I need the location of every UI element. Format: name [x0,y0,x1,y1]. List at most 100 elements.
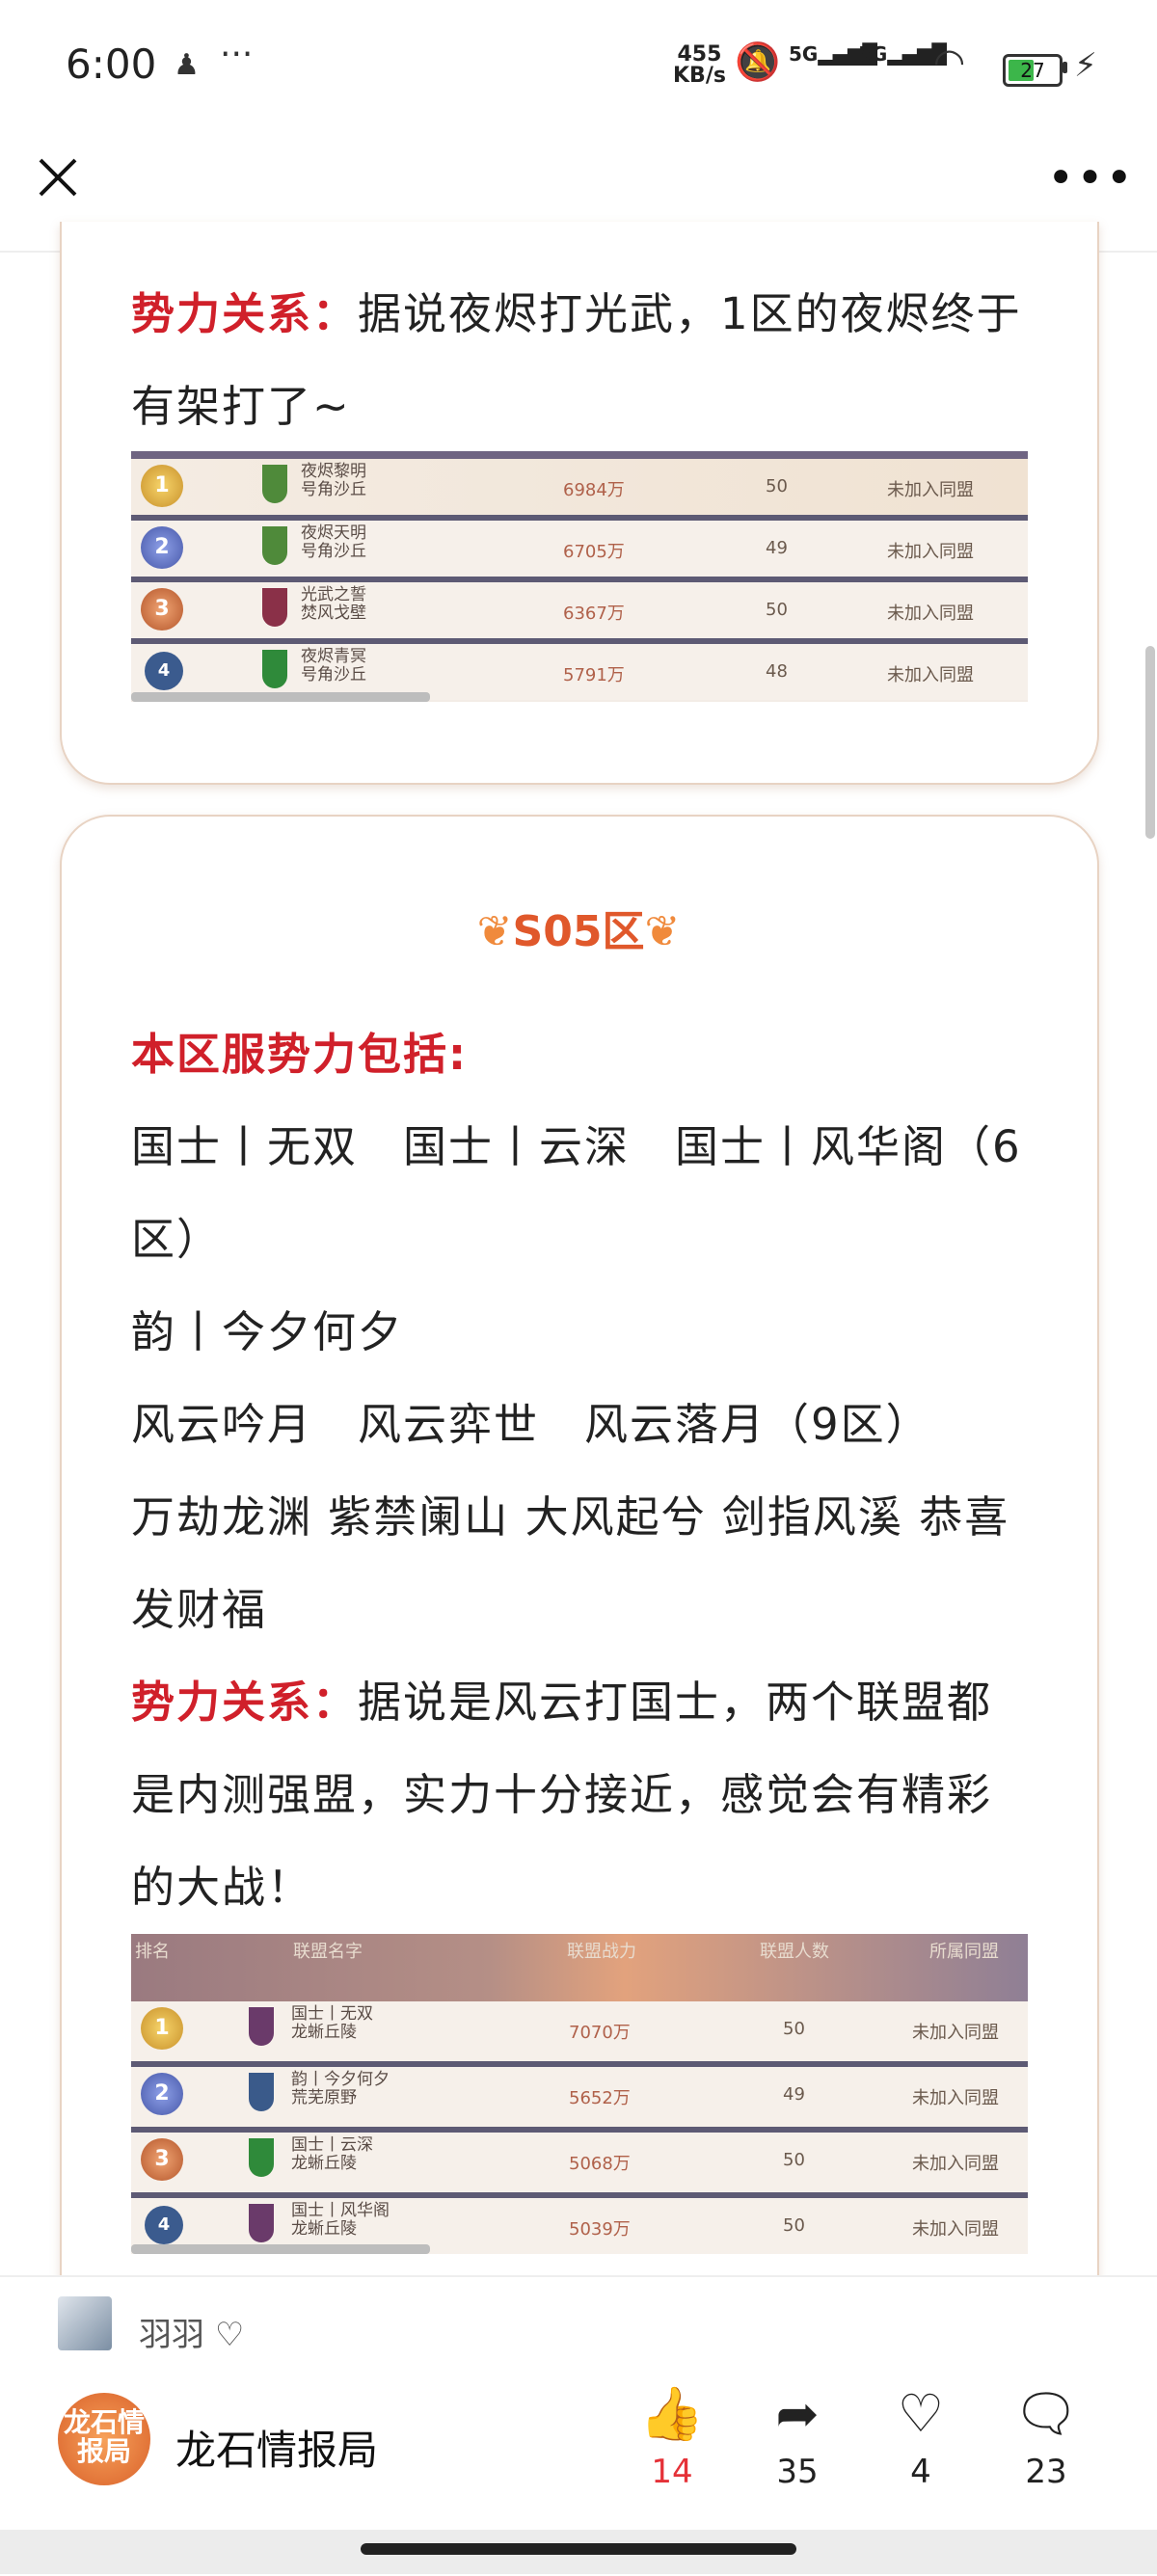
paw-left-icon: ❦ [476,907,513,956]
alliance-name: 夜烬黎明 [301,462,366,481]
table-scrollbar[interactable] [131,2244,430,2254]
alliance-power: 6984万 [563,480,625,500]
share-button[interactable]: ➦ 35 [754,2383,841,2492]
alliance-name: 夜烬青冥 [301,647,366,666]
alliance-banner-icon [249,2007,274,2046]
net-speed-value: 455 [677,42,722,67]
header-members: 联盟人数 [760,1942,829,1962]
header-name: 联盟名字 [293,1942,363,1962]
alliance-region: 焚风戈壁 [301,604,366,623]
alliance-banner-icon [262,526,287,565]
liker-avatar[interactable] [58,2296,112,2350]
zone-title: ❦S05区❦ [0,897,1157,958]
alliance-region: 龙蜥丘陵 [291,2154,357,2173]
liker-row[interactable]: 羽羽 ♡ [139,2308,244,2355]
like-count: 14 [651,2453,693,2491]
rank-medal: 2 [141,2073,183,2115]
relation-label: 势力关系： [131,288,359,339]
alliance-status: 未加入同盟 [912,2219,999,2240]
alliance-banner-icon [262,465,287,503]
app-notification-icon: ♟ [174,48,200,82]
header-alliance: 所属同盟 [929,1942,999,1962]
thumbs-up-icon: 👍 [639,2383,705,2444]
alliance-region: 荒芜原野 [291,2088,357,2107]
rank-medal: 4 [145,652,183,690]
battery-level: 27 [1020,59,1045,82]
table-row: 2 韵丨今夕何夕 荒芜原野 5652万 49 未加入同盟 [131,2061,1028,2127]
home-indicator[interactable] [361,2543,796,2555]
favorite-count: 4 [910,2453,931,2491]
table-row: 4 夜烬青冥 号角沙丘 5791万 48 未加入同盟 [131,638,1028,700]
like-button[interactable]: 👍 14 [629,2383,715,2492]
table-row: 1 国士丨无双 龙蜥丘陵 7070万 50 未加入同盟 [131,2001,1028,2061]
alliance-power: 6367万 [563,604,625,624]
alliance-banner-icon [262,650,287,688]
close-icon[interactable] [35,154,81,201]
alliance-name: 国士丨无双 [291,2004,373,2024]
battery-icon: 27 [1003,54,1063,87]
alliance-members: 49 [783,2084,805,2105]
header-power: 联盟战力 [567,1942,636,1962]
relation-paragraph-2: 势力关系：据说是风云打国士，两个联盟都是内测强盟，实力十分接近，感觉会有精彩的大… [131,1656,1028,1934]
alliance-banner-icon [262,588,287,627]
alliance-name: 夜烬天明 [301,523,366,543]
paw-right-icon: ❦ [644,907,681,956]
alliance-power: 7070万 [569,2023,631,2043]
alliance-members: 50 [783,2215,805,2236]
table-header: 排名 联盟名字 联盟战力 联盟人数 所属同盟 [131,1934,1028,2001]
alliance-status: 未加入同盟 [887,480,974,500]
alliance-name: 国士丨云深 [291,2135,373,2155]
rank-medal: 3 [141,2138,183,2181]
table-row: 3 国士丨云深 龙蜥丘陵 5068万 50 未加入同盟 [131,2127,1028,2192]
alliance-members: 48 [766,661,788,682]
alliance-power: 5039万 [569,2219,631,2240]
alliance-name: 国士丨风华阁 [291,2201,390,2220]
more-notifications-icon: ··· [220,35,254,74]
more-options-icon[interactable]: ••• [1047,155,1135,201]
alliance-status: 未加入同盟 [912,2088,999,2108]
alliance-status: 未加入同盟 [912,2154,999,2174]
alliance-region: 龙蜥丘陵 [291,2023,357,2042]
page-scrollbar[interactable] [1145,646,1155,839]
forces-line: 万劫龙渊 紫禁阑山 大风起兮 剑指风溪 恭喜发财福 [131,1491,1010,1635]
comment-button[interactable]: 🗨 23 [1003,2385,1090,2492]
rank-medal: 4 [145,2206,183,2244]
network-speed: 455 KB/s [673,44,726,87]
battery-tip [1063,62,1067,73]
alliance-region: 号角沙丘 [301,480,366,499]
heart-outline-icon: ♡ [214,2316,245,2354]
table-row: 3 光武之誓 焚风戈壁 6367万 50 未加入同盟 [131,577,1028,638]
alliance-region: 龙蜥丘陵 [291,2219,357,2239]
alliance-members: 49 [766,538,788,558]
forces-line: 风云吟月 风云弈世 风云落月（9区） [131,1399,931,1450]
clock: 6:00 [66,40,157,88]
favorite-button[interactable]: ♡ 4 [877,2383,964,2492]
zone-title-text: S05区 [512,907,645,956]
rank-medal: 1 [141,465,183,507]
rank-medal: 3 [141,588,183,631]
table-row: 1 夜烬黎明 号角沙丘 6984万 50 未加入同盟 [131,451,1028,515]
rank-medal: 1 [141,2007,183,2050]
liker-name: 羽羽 [139,2316,204,2354]
account-avatar[interactable]: 龙石情报局 [58,2393,150,2485]
alliance-banner-icon [249,2204,274,2242]
net-speed-unit: KB/s [673,64,726,88]
forces-line: 韵丨今夕何夕 [131,1306,404,1357]
alliance-members: 50 [766,600,788,620]
alliance-members: 50 [783,2150,805,2170]
account-name[interactable]: 龙石情报局 [175,2418,378,2477]
mute-icon: 🔕 [735,40,781,83]
alliance-status: 未加入同盟 [912,2023,999,2043]
heart-icon: ♡ [897,2383,945,2444]
alliance-status: 未加入同盟 [887,542,974,562]
alliance-power: 5791万 [563,665,625,685]
alliance-power: 6705万 [563,542,625,562]
alliance-name: 韵丨今夕何夕 [291,2070,390,2089]
table-scrollbar[interactable] [131,692,430,702]
rank-medal: 2 [141,526,183,569]
alliance-status: 未加入同盟 [887,604,974,624]
alliance-status: 未加入同盟 [887,665,974,685]
alliance-power: 5068万 [569,2154,631,2174]
table-row: 2 夜烬天明 号角沙丘 6705万 49 未加入同盟 [131,515,1028,577]
share-icon: ➦ [775,2383,820,2444]
